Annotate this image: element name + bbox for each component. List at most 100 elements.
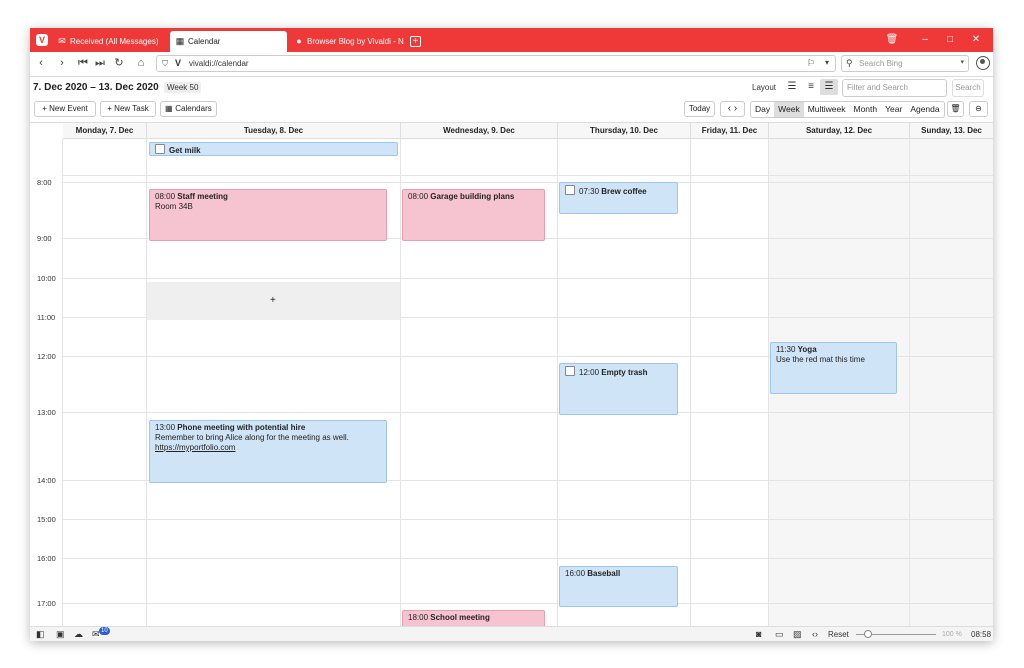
day-header-sunday[interactable]: Sunday, 13. Dec	[910, 123, 993, 139]
panel-toggle-icon[interactable]: ◧	[36, 629, 45, 640]
event-staff-meeting[interactable]: 08:00 Staff meeting Room 34B	[149, 189, 387, 241]
sync-cloud-icon[interactable]: ☁	[74, 629, 83, 640]
code-icon[interactable]: ‹›	[812, 629, 818, 640]
day-header-wednesday[interactable]: Wednesday, 9. Dec	[401, 123, 558, 139]
search-button[interactable]: Search	[952, 79, 984, 97]
task-checkbox[interactable]	[565, 185, 575, 195]
profile-avatar[interactable]	[976, 56, 990, 70]
event-time: 11:30	[776, 345, 796, 354]
new-task-button[interactable]: + New Task	[100, 101, 156, 117]
view-day[interactable]: Day	[751, 102, 774, 117]
event-title: Staff meeting	[177, 192, 228, 201]
status-bar: ◧ ▣ ☁ ✉ 10 ◙ ▭ ▨ ‹› Reset 100 % 08:58	[30, 626, 993, 641]
tab-bar: V ✉ Received (All Messages) ▦ Calendar ●…	[30, 28, 993, 52]
tab-label: Browser Blog by Vivaldi - N	[307, 37, 404, 46]
event-baseball[interactable]: 16:00 Baseball	[559, 566, 678, 607]
event-time: 16:00	[565, 569, 586, 578]
search-engine-dropdown-icon[interactable]: ▾	[960, 58, 964, 66]
view-agenda[interactable]: Agenda	[906, 102, 943, 117]
day-header-tuesday[interactable]: Tuesday, 8. Dec	[147, 123, 401, 139]
capture-icon[interactable]: ◙	[756, 629, 761, 640]
reset-zoom-button[interactable]: Reset	[828, 629, 849, 640]
tiling-icon[interactable]: ▭	[775, 629, 784, 640]
zoom-slider-handle[interactable]	[864, 630, 872, 638]
filter-input[interactable]: Filter and Search	[842, 79, 947, 97]
task-empty-trash[interactable]: 12:00 Empty trash	[559, 363, 678, 415]
task-checkbox[interactable]	[565, 366, 575, 376]
hour-line	[63, 558, 993, 559]
layout-full-icon[interactable]: ☰	[820, 79, 838, 95]
dropdown-icon[interactable]: ▾	[825, 58, 829, 67]
event-title: Empty trash	[601, 368, 648, 377]
calendars-button[interactable]: ▦ Calendars	[160, 101, 217, 117]
view-week[interactable]: Week	[774, 102, 804, 117]
shield-icon[interactable]: ⛉	[162, 59, 168, 69]
today-button[interactable]: Today	[684, 101, 715, 117]
event-time: 08:00	[155, 192, 176, 201]
home-icon[interactable]: ⌂	[134, 56, 148, 70]
event-title: Yoga	[797, 345, 817, 354]
back-icon[interactable]: ‹	[34, 56, 48, 70]
new-event-button[interactable]: + New Event	[34, 101, 96, 117]
event-garage-building-plans[interactable]: 08:00 Garage building plans	[402, 189, 545, 241]
images-icon[interactable]: ▨	[793, 629, 802, 640]
event-school-meeting[interactable]: 18:00 School meeting	[402, 610, 545, 627]
tab-calendar[interactable]: ▦ Calendar	[170, 31, 287, 52]
fast-forward-icon[interactable]: ⏭	[93, 56, 107, 70]
delete-icon[interactable]: 🗑	[947, 101, 964, 117]
toggle-icon[interactable]: ⊖	[969, 101, 988, 117]
prev-next-buttons[interactable]: ‹ ›	[720, 101, 745, 117]
rewind-icon[interactable]: ⏮	[76, 56, 90, 70]
view-month[interactable]: Month	[850, 102, 882, 117]
new-tab-button[interactable]: +	[410, 36, 421, 47]
day-header-friday[interactable]: Friday, 11. Dec	[691, 123, 769, 139]
week-grid: Monday, 7. Dec Tuesday, 8. Dec Wednesday…	[30, 122, 993, 627]
week-badge: Week 50	[164, 82, 202, 93]
trash-icon[interactable]: 🗑	[881, 32, 903, 48]
view-year[interactable]: Year	[881, 102, 906, 117]
zoom-level: 100 %	[942, 631, 962, 638]
day-column[interactable]	[691, 139, 769, 627]
time-label: 13:00	[37, 408, 56, 417]
day-column[interactable]	[63, 139, 147, 627]
time-label: 8:00	[37, 178, 52, 187]
event-link[interactable]: https://myportfolio.com	[155, 443, 235, 452]
chevron-right-icon[interactable]: ›	[734, 103, 737, 114]
search-field[interactable]: ⚲ Search Bing ▾	[841, 55, 969, 72]
window-panel-icon[interactable]: ▣	[56, 629, 65, 640]
address-bar: ‹ › ⏮ ⏭ ↻ ⌂ ⛉ V vivaldi://calendar ⚐ ▾ ⚲…	[30, 52, 993, 77]
event-time: 08:00	[408, 192, 429, 201]
add-event-plus[interactable]: +	[270, 295, 276, 306]
tab-mail[interactable]: ✉ Received (All Messages)	[52, 31, 168, 52]
event-phone-meeting[interactable]: 13:00 Phone meeting with potential hire …	[149, 420, 387, 483]
day-column[interactable]	[910, 139, 993, 627]
forward-icon[interactable]: ›	[55, 56, 69, 70]
vivaldi-icon: ●	[296, 36, 302, 46]
day-header-saturday[interactable]: Saturday, 12. Dec	[769, 123, 910, 139]
task-brew-coffee[interactable]: 07:30 Brew coffee	[559, 182, 678, 214]
browser-window: V ✉ Received (All Messages) ▦ Calendar ●…	[30, 28, 993, 641]
layout-compact-icon[interactable]: ☰	[783, 79, 801, 95]
bookmark-icon[interactable]: ⚐	[807, 58, 815, 69]
day-header-monday[interactable]: Monday, 7. Dec	[63, 123, 147, 139]
view-multiweek[interactable]: Multiweek	[804, 102, 850, 117]
chevron-left-icon[interactable]: ‹	[728, 103, 731, 114]
reload-icon[interactable]: ↻	[112, 56, 126, 70]
task-checkbox[interactable]	[155, 144, 165, 154]
vivaldi-menu-icon[interactable]: V	[36, 34, 48, 46]
event-yoga[interactable]: 11:30 Yoga Use the red mat this time	[770, 342, 897, 394]
clock: 08:58	[971, 630, 992, 639]
url-field[interactable]: ⛉ V vivaldi://calendar ⚐ ▾	[156, 55, 836, 72]
day-header-thursday[interactable]: Thursday, 10. Dec	[558, 123, 691, 139]
maximize-icon[interactable]: □	[939, 32, 961, 48]
event-note: Room 34B	[155, 202, 193, 211]
close-icon[interactable]: ✕	[965, 32, 987, 48]
minimize-icon[interactable]: –	[914, 32, 936, 48]
event-title: Baseball	[587, 569, 621, 578]
calendar-icon: ▦	[175, 36, 185, 46]
tab-blog[interactable]: ● Browser Blog by Vivaldi - N	[289, 31, 405, 52]
hour-line	[63, 412, 993, 413]
layout-medium-icon[interactable]: ≡	[802, 79, 820, 95]
mail-count-badge: 10	[99, 627, 110, 635]
task-get-milk[interactable]: Get milk	[149, 142, 398, 156]
